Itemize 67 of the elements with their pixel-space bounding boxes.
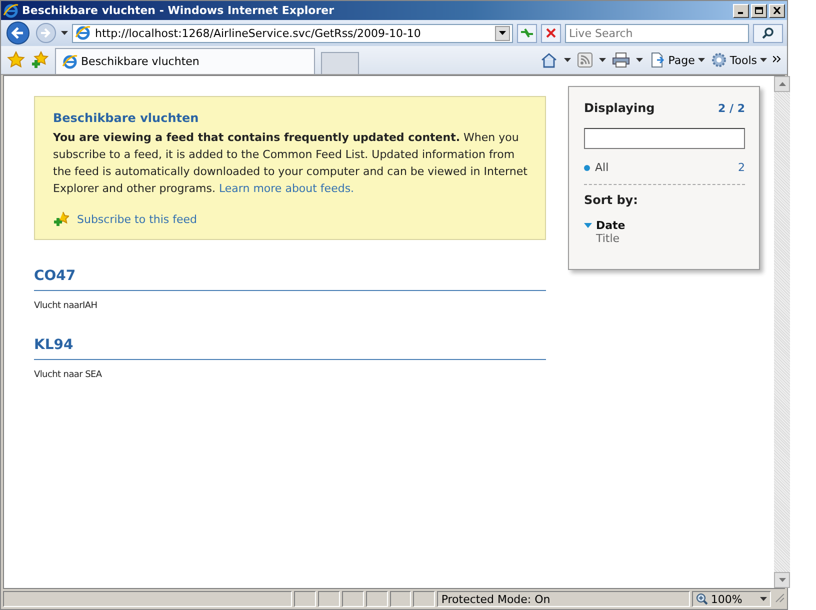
item-count: 2 / 2 [718,102,745,114]
printer-icon[interactable] [612,52,630,68]
item-text: Vlucht naar SEA [34,370,103,380]
home-icon[interactable] [540,52,558,68]
add-favorite-icon[interactable] [31,51,49,69]
caret-icon [499,31,506,35]
menu-button[interactable]: Page [649,52,705,68]
filter-field[interactable] [584,128,745,149]
browser-tab[interactable]: Beschikbare vluchten [55,48,315,74]
caret-icon [698,58,705,62]
stop-button[interactable] [541,24,561,42]
caret-icon[interactable] [61,31,68,35]
status-pane [294,591,316,607]
caret-icon[interactable] [564,58,572,62]
panel-heading: Displaying [584,101,655,115]
zoom-icon [696,593,708,605]
scroll-up-icon[interactable] [778,82,786,86]
filter-option[interactable]: All [584,161,609,174]
item-title[interactable]: KL94 [34,337,546,360]
window-title: Beschikbare vluchten - Windows Internet Explorer [22,4,336,17]
scrollbar[interactable] [774,76,790,588]
close-button[interactable] [769,4,785,18]
status-pane [318,591,340,607]
caret-icon [760,58,767,62]
dropdown-button[interactable] [495,26,510,40]
status-pane [366,591,388,607]
caret-icon [760,597,768,601]
sort-option[interactable]: Date [584,219,745,232]
search-icon [762,27,774,39]
search-field[interactable]: Live Search [565,24,749,42]
status-text: Protected Mode: On [437,591,690,607]
close-icon [546,28,556,38]
back-icon[interactable] [5,21,31,45]
subscribe-link[interactable]: Subscribe to this feed [77,212,198,226]
refresh-button[interactable] [517,24,537,42]
learn-more-link[interactable]: Learn more about feeds. [218,182,354,195]
item-text: Vlucht naarIAH [34,301,98,311]
filter-count: 2 [738,161,745,174]
sort-heading: Sort by: [584,193,638,207]
address-field[interactable]: http://localhost:1268/AirlineService.svc/GetRss/2009-10-10 [72,24,513,42]
sort-option[interactable]: Title [584,232,745,245]
status-pane [413,591,436,607]
caret-icon[interactable] [636,58,644,62]
status-pane [390,591,412,607]
status-pane [342,591,364,607]
feed-icon[interactable] [577,52,594,68]
feed-description: You are viewing a feed that contains frequently updated content. When you subscribe to a feed, it is added to the Common Feed List. Updated information from the feed is automatically downloaded to your computer and can be viewed in Internet Explorer and other programs. Learn more about feeds. [53,130,528,197]
gear-icon [710,52,727,68]
add-favorite-icon[interactable] [53,211,69,227]
maximize-icon [755,7,763,14]
item-title[interactable]: CO47 [34,268,546,291]
minimize-button[interactable] [733,4,749,18]
browser-logo-icon [62,54,78,70]
maximize-button[interactable] [751,4,767,18]
chevron-icon[interactable] [773,56,781,64]
feed-title: Beschikbare vluchten [53,111,200,125]
bullet-icon [584,164,590,170]
scroll-down-icon[interactable] [778,578,786,582]
resize-grip-icon[interactable] [773,591,785,605]
search-button[interactable] [753,24,783,42]
browser-logo-icon [3,2,19,18]
triangle-icon [584,223,592,228]
close-icon [773,7,781,14]
menu-button[interactable]: Tools [710,52,767,68]
zoom-button[interactable]: 100% [692,591,772,607]
favorites-star-icon[interactable] [7,51,25,69]
caret-icon[interactable] [599,58,606,62]
